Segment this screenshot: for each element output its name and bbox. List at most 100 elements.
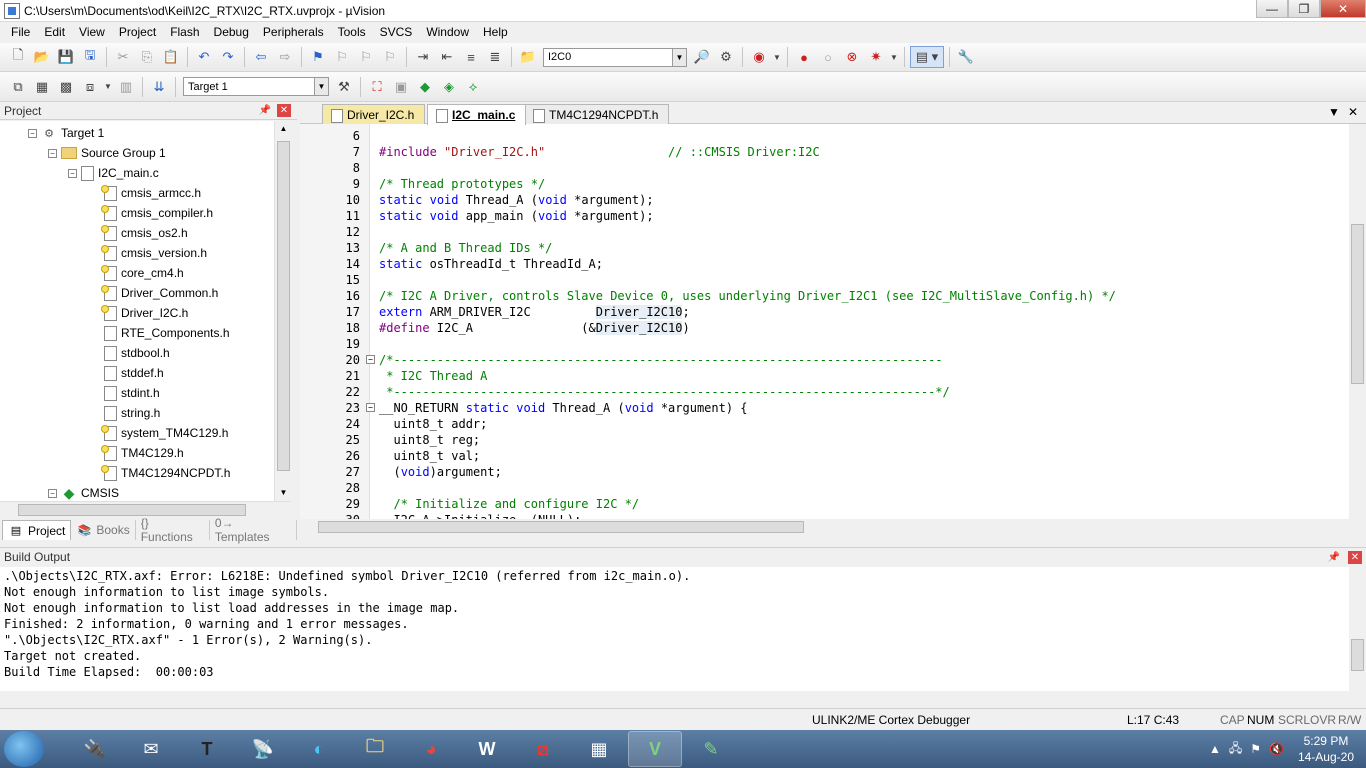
scroll-down-icon[interactable]: ▼: [275, 485, 292, 501]
volume-icon[interactable]: 🔇: [1269, 742, 1284, 756]
build-output-hscrollbar[interactable]: [0, 691, 1349, 707]
tab-i2c-main-c[interactable]: I2C_main.c: [427, 104, 527, 125]
next-bookmark-icon[interactable]: ⚐: [355, 46, 377, 68]
code-line[interactable]: 12: [300, 224, 1349, 240]
tab-functions[interactable]: {} Functions: [136, 516, 210, 544]
select-packs-icon[interactable]: ▣: [390, 76, 412, 98]
code-line[interactable]: 16 /* I2C A Driver, controls Slave Device…: [300, 288, 1349, 304]
start-button[interactable]: [4, 731, 44, 767]
code-line[interactable]: 26 uint8_t val;: [300, 448, 1349, 464]
collapse-icon[interactable]: −: [48, 488, 57, 498]
chevron-down-icon[interactable]: ▼: [103, 76, 113, 98]
code-line[interactable]: 13 /* A and B Thread IDs */: [300, 240, 1349, 256]
code-line[interactable]: 10 static void Thread_A (void *argument);: [300, 192, 1349, 208]
target-options-icon[interactable]: ⚒: [333, 76, 355, 98]
tree-item[interactable]: stdbool.h: [104, 343, 170, 363]
code-line[interactable]: 9 /* Thread prototypes */: [300, 176, 1349, 192]
rebuild-icon[interactable]: ▩: [55, 76, 77, 98]
tree-item[interactable]: TM4C129.h: [101, 443, 184, 463]
cut-icon[interactable]: ✂: [112, 46, 134, 68]
code-line[interactable]: 8: [300, 160, 1349, 176]
menu-flash[interactable]: Flash: [163, 22, 206, 43]
tree-item[interactable]: string.h: [104, 403, 160, 423]
pack-installer-icon[interactable]: ◈: [438, 76, 460, 98]
bookmark-icon[interactable]: ⚑: [307, 46, 329, 68]
unindent-icon[interactable]: ⇤: [436, 46, 458, 68]
tab-books[interactable]: 📚 Books: [71, 520, 136, 540]
code-line[interactable]: 18 #define I2C_A (&Driver_I2C10): [300, 320, 1349, 336]
tab-project[interactable]: ▤ Project: [2, 520, 72, 540]
taskbar-app-uvision-icon[interactable]: V: [628, 731, 682, 767]
editor-vscrollbar[interactable]: [1349, 124, 1366, 519]
taskbar-app-chip-icon[interactable]: 🔌: [68, 731, 122, 767]
scroll-thumb[interactable]: [318, 521, 804, 533]
manage-project-items-icon[interactable]: ⛶: [366, 76, 388, 98]
tree-item[interactable]: − I2C_main.c: [68, 163, 159, 183]
flag-icon[interactable]: ⚑: [1250, 742, 1261, 756]
collapse-icon[interactable]: −: [28, 128, 37, 138]
taskbar-app-terminal-icon[interactable]: T: [180, 731, 234, 767]
menu-debug[interactable]: Debug: [207, 22, 256, 43]
tree-item[interactable]: Driver_I2C.h: [101, 303, 188, 323]
new-file-icon[interactable]: 🗋: [7, 46, 29, 68]
menu-tools[interactable]: Tools: [331, 22, 373, 43]
editor-hscrollbar[interactable]: [300, 519, 1349, 535]
scroll-thumb[interactable]: [277, 141, 290, 471]
chevron-down-icon[interactable]: ▼: [314, 78, 328, 95]
tree-item[interactable]: cmsis_version.h: [101, 243, 207, 263]
stop-build-icon[interactable]: ▥: [115, 76, 137, 98]
pin-icon[interactable]: 📌: [1328, 552, 1340, 563]
taskbar-app-calculator-icon[interactable]: ▦: [572, 731, 626, 767]
tree-item[interactable]: − Source Group 1: [48, 143, 166, 163]
code-line[interactable]: 20−/*-----------------------------------…: [300, 352, 1349, 368]
tree-item[interactable]: stddef.h: [104, 363, 164, 383]
taskbar-app-pdf-icon[interactable]: ⧄: [516, 731, 570, 767]
menu-file[interactable]: File: [4, 22, 37, 43]
uncomment-icon[interactable]: ≣: [484, 46, 506, 68]
clear-bookmarks-icon[interactable]: ⚐: [379, 46, 401, 68]
tree-item[interactable]: stdint.h: [104, 383, 160, 403]
code-line[interactable]: 23− __NO_RETURN static void Thread_A (voi…: [300, 400, 1349, 416]
tree-item[interactable]: − ◆ CMSIS: [48, 483, 119, 501]
navigate-back-icon[interactable]: ⇦: [250, 46, 272, 68]
tab-templates[interactable]: 0→ Templates: [210, 516, 297, 544]
translate-icon[interactable]: ⧉: [7, 76, 29, 98]
minimize-button[interactable]: —: [1256, 0, 1288, 18]
build-output-vscrollbar[interactable]: [1349, 567, 1366, 691]
batch-build-icon[interactable]: ⧈: [79, 76, 101, 98]
prev-bookmark-icon[interactable]: ⚐: [331, 46, 353, 68]
pin-icon[interactable]: 📌: [259, 105, 271, 116]
chevron-down-icon[interactable]: ▼: [772, 46, 782, 68]
download-icon[interactable]: ⇊: [148, 76, 170, 98]
code-line[interactable]: 25 uint8_t reg;: [300, 432, 1349, 448]
fold-icon[interactable]: −: [366, 355, 375, 364]
code-line[interactable]: 6: [300, 128, 1349, 144]
tree-item[interactable]: TM4C1294NCPDT.h: [101, 463, 230, 483]
comment-icon[interactable]: ≡: [460, 46, 482, 68]
undo-icon[interactable]: ↶: [193, 46, 215, 68]
code-line[interactable]: 15: [300, 272, 1349, 288]
tree-item[interactable]: cmsis_armcc.h: [101, 183, 201, 203]
menu-help[interactable]: Help: [476, 22, 515, 43]
menu-svcs[interactable]: SVCS: [373, 22, 420, 43]
code-editor[interactable]: 6 7 #include "Driver_I2C.h" // ::CMSIS Dri…: [300, 124, 1349, 519]
taskbar-app-mail-icon[interactable]: ✉: [124, 731, 178, 767]
menu-project[interactable]: Project: [112, 22, 163, 43]
find-icon[interactable]: 🔎: [691, 46, 713, 68]
find-combo[interactable]: I2C0 ▼: [543, 47, 687, 67]
fold-icon[interactable]: −: [366, 403, 375, 412]
manage-rte-icon[interactable]: ◆: [414, 76, 436, 98]
close-button[interactable]: ✕: [1320, 0, 1366, 18]
menu-window[interactable]: Window: [419, 22, 476, 43]
taskbar-app-edge-icon[interactable]: ◐: [292, 731, 346, 767]
configure-icon[interactable]: 🔧: [955, 46, 977, 68]
show-hidden-icons-icon[interactable]: ▲: [1209, 742, 1221, 756]
chevron-down-icon[interactable]: ▼: [889, 46, 899, 68]
build-output-text[interactable]: .\Objects\I2C_RTX.axf: Error: L6218E: Un…: [0, 567, 1349, 691]
open-file-icon[interactable]: 📂: [31, 46, 53, 68]
scroll-up-icon[interactable]: ▲: [275, 121, 292, 137]
window-layout-icon[interactable]: ▤ ▾: [910, 46, 944, 68]
chevron-down-icon[interactable]: ▼: [672, 48, 686, 66]
project-tree-vscrollbar[interactable]: ▲ ▼: [274, 121, 291, 501]
code-line[interactable]: 7 #include "Driver_I2C.h" // ::CMSIS Driv…: [300, 144, 1349, 160]
